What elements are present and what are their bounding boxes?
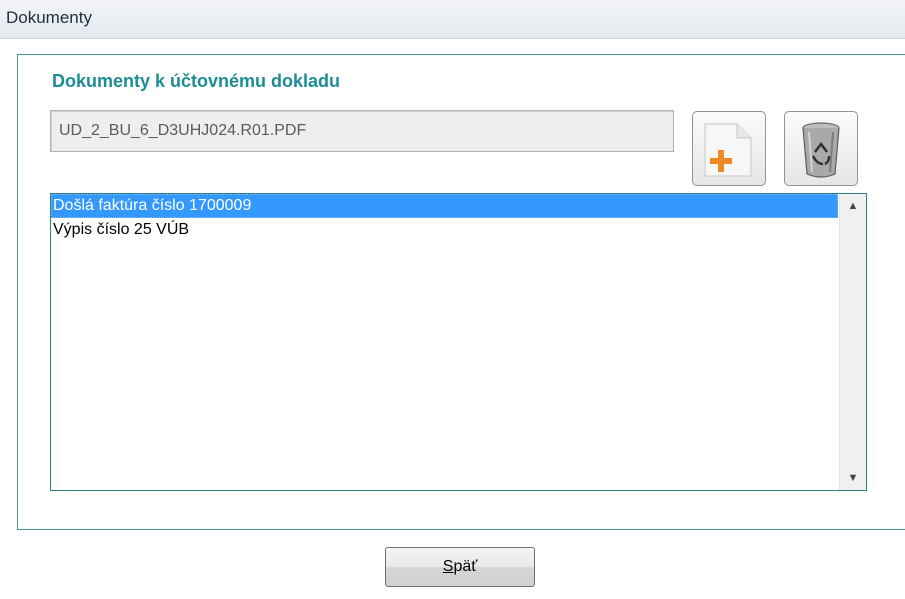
add-document-button[interactable]: [692, 111, 766, 186]
back-button-mnemonic: S: [442, 558, 454, 575]
add-document-icon: [704, 123, 752, 177]
delete-document-button[interactable]: [784, 111, 858, 186]
document-path-field[interactable]: [50, 110, 674, 152]
list-item[interactable]: Výpis číslo 25 VÚB: [51, 218, 838, 242]
back-button-label: päť: [453, 558, 478, 575]
recycle-bin-icon: [802, 122, 840, 178]
vertical-scrollbar[interactable]: ▲ ▼: [839, 194, 866, 490]
documents-list: Došlá faktúra číslo 1700009 Výpis číslo …: [51, 194, 838, 490]
scroll-up-arrow-icon[interactable]: ▲: [840, 194, 866, 218]
documents-listbox[interactable]: Došlá faktúra číslo 1700009 Výpis číslo …: [50, 193, 867, 491]
window-title: Dokumenty: [6, 8, 92, 27]
list-item[interactable]: Došlá faktúra číslo 1700009: [51, 194, 838, 218]
window-titlebar: Dokumenty: [0, 0, 905, 39]
section-title: Dokumenty k účtovnému dokladu: [52, 71, 341, 91]
scroll-down-arrow-icon[interactable]: ▼: [840, 466, 866, 490]
back-button[interactable]: Späť: [385, 547, 535, 587]
